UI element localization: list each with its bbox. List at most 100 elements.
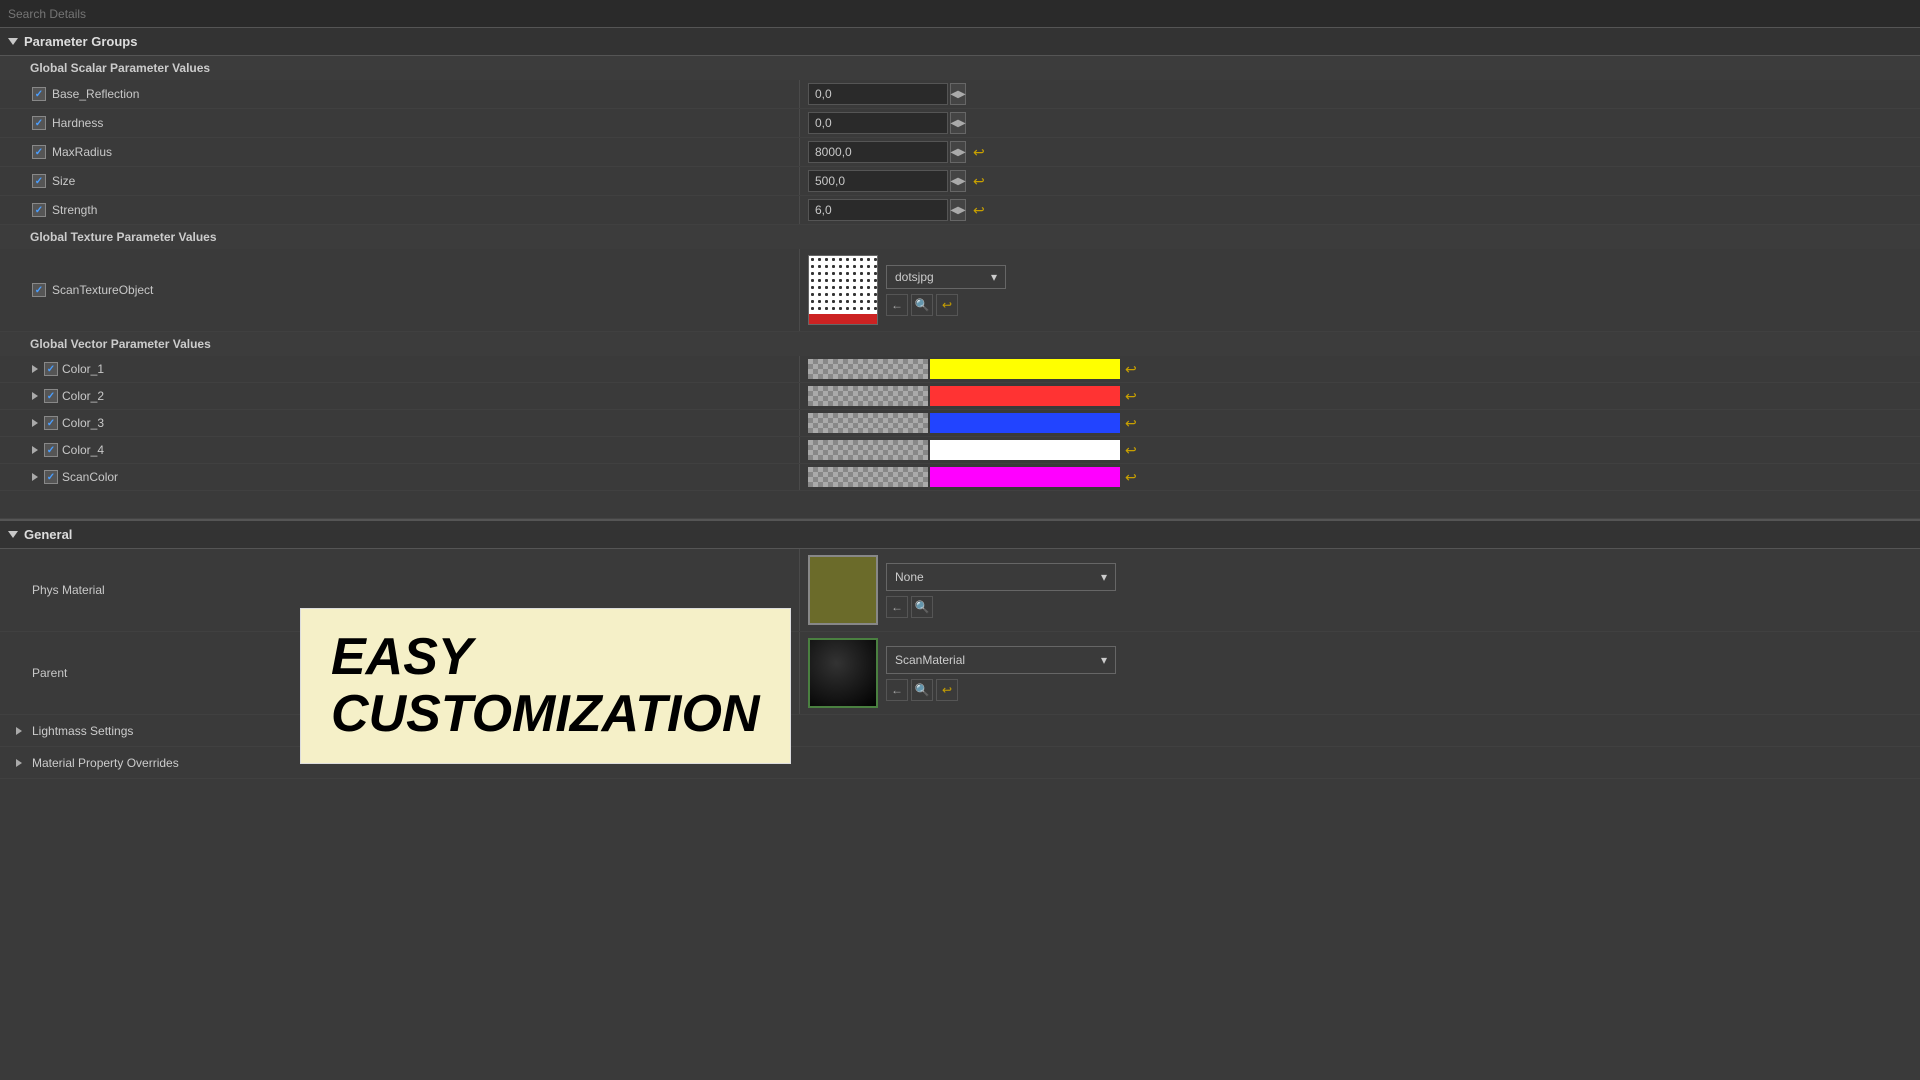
color4-checkbox[interactable] bbox=[44, 443, 58, 457]
global-vector-label: Global Vector Parameter Values bbox=[30, 337, 211, 351]
color4-row: Color_4 ↩ bbox=[0, 437, 1920, 464]
general-arrow bbox=[8, 531, 18, 538]
size-reset[interactable]: ↩ bbox=[970, 173, 988, 190]
maxradius-reset[interactable]: ↩ bbox=[970, 144, 988, 161]
search-input[interactable] bbox=[8, 7, 1912, 21]
phys-material-row: Phys Material None ▾ ← 🔍 bbox=[0, 549, 1920, 632]
size-checkbox[interactable] bbox=[32, 174, 46, 188]
parent-search-btn[interactable]: 🔍 bbox=[911, 679, 933, 701]
parameter-groups-arrow bbox=[8, 38, 18, 45]
strength-label: Strength bbox=[52, 203, 97, 217]
texture-dropdown[interactable]: dotsjpg ▾ bbox=[886, 265, 1006, 289]
search-bar[interactable] bbox=[0, 0, 1920, 28]
color1-expand[interactable] bbox=[32, 365, 38, 373]
color3-expand[interactable] bbox=[32, 419, 38, 427]
parameter-groups-label: Parameter Groups bbox=[24, 34, 137, 49]
phys-material-search-btn[interactable]: 🔍 bbox=[911, 596, 933, 618]
phys-material-dropdown[interactable]: None ▾ bbox=[886, 563, 1116, 591]
scan-color-reset[interactable]: ↩ bbox=[1122, 469, 1140, 486]
color3-reset[interactable]: ↩ bbox=[1122, 415, 1140, 432]
base-reflection-checkbox[interactable] bbox=[32, 87, 46, 101]
color4-expand[interactable] bbox=[32, 446, 38, 454]
texture-thumbnail bbox=[808, 255, 878, 325]
size-input[interactable] bbox=[808, 170, 948, 192]
phys-material-chevron: ▾ bbox=[1101, 570, 1107, 584]
lightmass-row: Lightmass Settings bbox=[0, 715, 1920, 747]
scan-color-expand[interactable] bbox=[32, 473, 38, 481]
parent-dropdown[interactable]: ScanMaterial ▾ bbox=[886, 646, 1116, 674]
lightmass-label: Lightmass Settings bbox=[32, 724, 133, 738]
maxradius-checkbox[interactable] bbox=[32, 145, 46, 159]
texture-chevron: ▾ bbox=[991, 270, 997, 284]
texture-arrow-btn[interactable]: ← bbox=[886, 294, 908, 316]
color3-swatch[interactable] bbox=[930, 413, 1120, 433]
scan-color-swatch[interactable] bbox=[930, 467, 1120, 487]
strength-input[interactable] bbox=[808, 199, 948, 221]
strength-spin[interactable]: ◀▶ bbox=[950, 199, 966, 221]
maxradius-input[interactable] bbox=[808, 141, 948, 163]
color2-row: Color_2 ↩ bbox=[0, 383, 1920, 410]
watermark-text: EASY CUSTOMIZATION bbox=[331, 629, 760, 743]
phys-material-label: Phys Material bbox=[32, 583, 105, 597]
texture-reset-btn[interactable]: ↩ bbox=[936, 294, 958, 316]
color1-checkbox[interactable] bbox=[44, 362, 58, 376]
hardness-label: Hardness bbox=[52, 116, 103, 130]
parent-chevron: ▾ bbox=[1101, 653, 1107, 667]
texture-search-btn[interactable]: 🔍 bbox=[911, 294, 933, 316]
strength-checkbox[interactable] bbox=[32, 203, 46, 217]
parent-reset-btn[interactable]: ↩ bbox=[936, 679, 958, 701]
phys-material-value: None bbox=[895, 570, 924, 584]
hardness-spin[interactable]: ◀▶ bbox=[950, 112, 966, 134]
global-scalar-label: Global Scalar Parameter Values bbox=[30, 61, 210, 75]
watermark: EASY CUSTOMIZATION bbox=[300, 608, 791, 764]
material-overrides-expand[interactable] bbox=[16, 759, 22, 767]
parent-label: Parent bbox=[32, 666, 67, 680]
scan-texture-checkbox[interactable] bbox=[32, 283, 46, 297]
general-header[interactable]: General bbox=[0, 519, 1920, 549]
parent-row: Parent ScanMaterial ▾ ← 🔍 ↩ bbox=[0, 632, 1920, 715]
global-scalar-header[interactable]: Global Scalar Parameter Values bbox=[0, 56, 1920, 80]
color1-reset[interactable]: ↩ bbox=[1122, 361, 1140, 378]
color4-label: Color_4 bbox=[62, 443, 104, 457]
parameter-groups-header[interactable]: Parameter Groups bbox=[0, 28, 1920, 56]
color4-reset[interactable]: ↩ bbox=[1122, 442, 1140, 459]
scan-color-checkbox[interactable] bbox=[44, 470, 58, 484]
size-label: Size bbox=[52, 174, 75, 188]
color-rows: Color_1 ↩ Color_2 ↩ bbox=[0, 356, 1920, 491]
phys-material-arrow-btn[interactable]: ← bbox=[886, 596, 908, 618]
maxradius-spin[interactable]: ◀▶ bbox=[950, 141, 966, 163]
maxradius-label: MaxRadius bbox=[52, 145, 112, 159]
hardness-input[interactable] bbox=[808, 112, 948, 134]
global-texture-header[interactable]: Global Texture Parameter Values bbox=[0, 225, 1920, 249]
strength-reset[interactable]: ↩ bbox=[970, 202, 988, 219]
color3-row: Color_3 ↩ bbox=[0, 410, 1920, 437]
color2-label: Color_2 bbox=[62, 389, 104, 403]
color1-label: Color_1 bbox=[62, 362, 104, 376]
color1-swatch[interactable] bbox=[930, 359, 1120, 379]
color4-swatch[interactable] bbox=[930, 440, 1120, 460]
table-row: Base_Reflection ◀▶ Hardness bbox=[0, 80, 1920, 225]
color3-checkbox[interactable] bbox=[44, 416, 58, 430]
base-reflection-spin[interactable]: ◀▶ bbox=[950, 83, 966, 105]
scan-color-label: ScanColor bbox=[62, 470, 118, 484]
scan-texture-label: ScanTextureObject bbox=[52, 283, 153, 297]
global-texture-label: Global Texture Parameter Values bbox=[30, 230, 217, 244]
scan-texture-row: ScanTextureObject dotsjpg ▾ ← 🔍 ↩ bbox=[0, 249, 1920, 332]
phys-material-thumb bbox=[808, 555, 878, 625]
size-spin[interactable]: ◀▶ bbox=[950, 170, 966, 192]
base-reflection-input[interactable] bbox=[808, 83, 948, 105]
global-vector-header[interactable]: Global Vector Parameter Values bbox=[0, 332, 1920, 356]
color2-checkbox[interactable] bbox=[44, 389, 58, 403]
color3-label: Color_3 bbox=[62, 416, 104, 430]
texture-name: dotsjpg bbox=[895, 270, 934, 284]
parent-arrow-btn[interactable]: ← bbox=[886, 679, 908, 701]
material-overrides-label: Material Property Overrides bbox=[32, 756, 179, 770]
general-label: General bbox=[24, 527, 72, 542]
color2-reset[interactable]: ↩ bbox=[1122, 388, 1140, 405]
material-overrides-row: Material Property Overrides bbox=[0, 747, 1920, 779]
color2-expand[interactable] bbox=[32, 392, 38, 400]
color2-swatch[interactable] bbox=[930, 386, 1120, 406]
hardness-checkbox[interactable] bbox=[32, 116, 46, 130]
parent-value: ScanMaterial bbox=[895, 653, 965, 667]
lightmass-expand[interactable] bbox=[16, 727, 22, 735]
